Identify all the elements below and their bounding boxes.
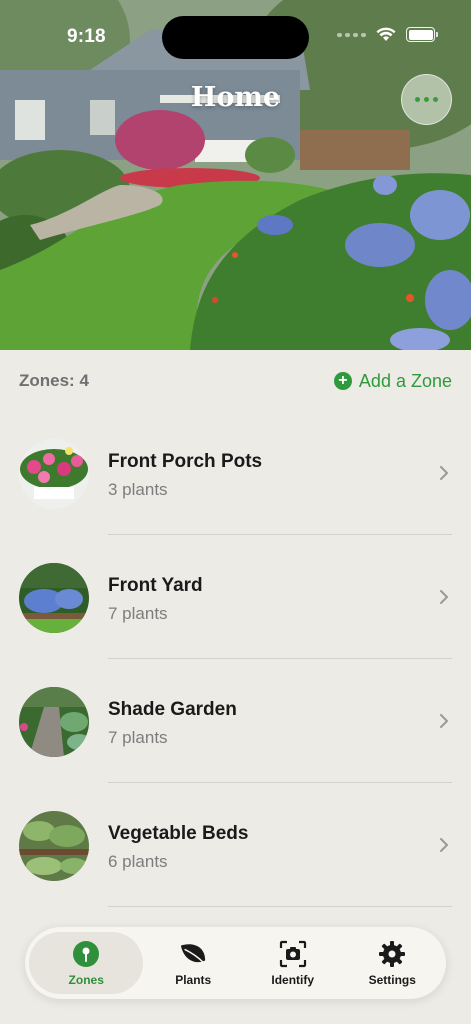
tab-settings[interactable]: Settings <box>342 932 442 994</box>
camera-scan-icon <box>279 940 307 968</box>
battery-icon <box>406 27 438 42</box>
add-zone-label: Add a Zone <box>358 370 452 391</box>
tab-identify[interactable]: Identify <box>243 932 343 994</box>
zone-name: Shade Garden <box>108 699 237 720</box>
tab-bar: Zones Plants Identify Settings <box>25 927 446 999</box>
zone-plant-count: 7 plants <box>108 728 168 747</box>
zone-row-front-yard[interactable]: Front Yard 7 plants <box>0 535 471 659</box>
more-dot <box>433 97 438 102</box>
zone-plant-count: 3 plants <box>108 480 168 499</box>
tab-label: Settings <box>368 972 416 987</box>
tab-label: Plants <box>175 972 212 987</box>
zone-row-front-porch-pots[interactable]: Front Porch Pots 3 plants <box>0 411 471 535</box>
tab-plants[interactable]: Plants <box>143 932 243 994</box>
leaf-icon <box>179 940 207 968</box>
status-icons <box>337 27 438 42</box>
zone-row-vegetable-beds[interactable]: Vegetable Beds 6 plants <box>0 783 471 907</box>
zone-name: Front Porch Pots <box>108 451 263 472</box>
zone-name: Vegetable Beds <box>108 823 249 844</box>
gear-icon <box>378 940 406 968</box>
dynamic-island <box>162 16 309 59</box>
plus-circle-icon: + <box>333 372 352 390</box>
add-zone-button[interactable]: + Add a Zone <box>333 370 452 392</box>
status-time: 9:18 <box>67 26 106 47</box>
location-pin-icon <box>72 940 100 968</box>
more-options-button[interactable] <box>401 74 452 125</box>
chevron-right-icon <box>440 466 448 480</box>
cellular-signal-icon <box>337 32 366 37</box>
more-dot <box>415 97 420 102</box>
zone-plant-count: 7 plants <box>108 604 168 623</box>
chevron-right-icon <box>440 714 448 728</box>
zone-plant-count: 6 plants <box>108 852 168 871</box>
chevron-right-icon <box>440 590 448 604</box>
zone-name: Front Yard <box>108 575 203 596</box>
zone-thumbnail <box>19 687 89 757</box>
more-dot <box>424 97 429 102</box>
hero-garden-image: 9:18 Home <box>0 0 471 350</box>
zones-header: Zones: 4 + Add a Zone <box>19 368 452 394</box>
zone-thumbnail <box>19 563 89 633</box>
tab-label: Identify <box>271 972 315 987</box>
row-divider <box>108 906 452 907</box>
chevron-right-icon <box>440 838 448 852</box>
zones-count-label: Zones: 4 <box>19 371 89 390</box>
tab-label: Zones <box>68 972 104 987</box>
zone-thumbnail <box>19 439 89 509</box>
status-bar: 9:18 <box>0 0 471 60</box>
wifi-icon <box>376 27 396 41</box>
zone-row-shade-garden[interactable]: Shade Garden 7 plants <box>0 659 471 783</box>
tab-zones[interactable]: Zones <box>29 932 144 994</box>
zone-list: Front Porch Pots 3 plants Front Yard 7 p… <box>0 411 471 907</box>
zone-thumbnail <box>19 811 89 881</box>
